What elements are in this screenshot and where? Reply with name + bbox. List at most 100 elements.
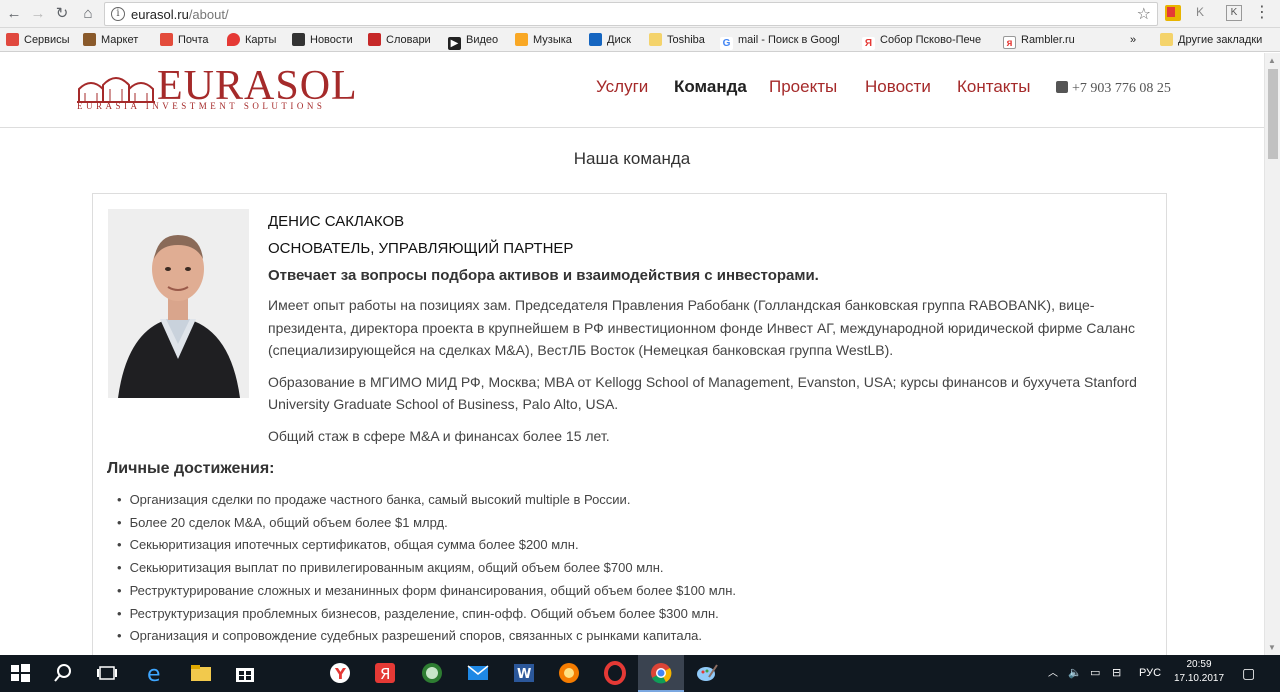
home-icon[interactable]: ⌂ bbox=[78, 4, 98, 24]
dictionary-icon bbox=[368, 33, 381, 46]
video-icon: ▶ bbox=[448, 37, 461, 50]
scrollbar-thumb[interactable] bbox=[1268, 69, 1278, 159]
mail-app-icon[interactable] bbox=[466, 661, 490, 685]
paint-icon[interactable] bbox=[695, 661, 719, 685]
app-orange-icon[interactable] bbox=[557, 661, 581, 685]
rambler-icon: я bbox=[1003, 36, 1016, 49]
site-header: EURASOL EURASIA INVESTMENT SOLUTIONS Усл… bbox=[0, 53, 1264, 128]
scroll-down-icon[interactable]: ▼ bbox=[1268, 643, 1276, 652]
svg-text:Y: Y bbox=[334, 665, 347, 683]
team-member-card: ДЕНИС САКЛАКОВ ОСНОВАТЕЛЬ, УПРАВЛЯЮЩИЙ П… bbox=[92, 193, 1167, 655]
member-bio: ДЕНИС САКЛАКОВ ОСНОВАТЕЛЬ, УПРАВЛЯЮЩИЙ П… bbox=[268, 208, 1158, 447]
search-icon[interactable] bbox=[51, 661, 75, 685]
site-logo[interactable]: EURASOL EURASIA INVESTMENT SOLUTIONS bbox=[77, 63, 367, 113]
apps-grid-icon bbox=[6, 33, 19, 46]
bookmark-dictionaries[interactable]: Словари bbox=[368, 33, 431, 49]
nav-services[interactable]: Услуги bbox=[596, 77, 648, 97]
chrome-icon[interactable] bbox=[649, 661, 673, 685]
svg-text:e: e bbox=[147, 662, 161, 685]
nav-team[interactable]: Команда bbox=[674, 77, 747, 97]
page-scrollbar[interactable]: ▲ ▼ bbox=[1264, 53, 1280, 655]
yandex-icon[interactable]: Я bbox=[373, 661, 397, 685]
svg-text:Я: Я bbox=[380, 665, 390, 683]
nav-news[interactable]: Новости bbox=[865, 77, 931, 97]
address-bar[interactable]: i eurasol.ru/about/ ☆ bbox=[104, 2, 1158, 26]
store-icon[interactable] bbox=[233, 661, 257, 685]
bookmark-disk[interactable]: Диск bbox=[589, 33, 631, 49]
bookmark-star-icon[interactable]: ☆ bbox=[1137, 4, 1151, 24]
header-phone[interactable]: +7 903 776 08 25 bbox=[1056, 81, 1171, 97]
extension-k-icon[interactable]: K bbox=[1196, 5, 1212, 21]
list-item: Организация сделки по продаже частного б… bbox=[117, 489, 736, 512]
bio-paragraph: Общий стаж в сфере M&A и финансах более … bbox=[268, 427, 610, 444]
disk-icon bbox=[589, 33, 602, 46]
opera-icon[interactable] bbox=[603, 661, 627, 685]
bookmark-music[interactable]: Музыка bbox=[515, 33, 572, 49]
task-view-icon[interactable] bbox=[95, 661, 119, 685]
list-item: Секьюритизация ипотечных сертификатов, о… bbox=[117, 534, 736, 557]
yandex-browser-icon[interactable]: Y bbox=[328, 661, 352, 685]
list-item: Секьюритизация выплат по привилегированн… bbox=[117, 557, 736, 580]
bio-paragraph: Образование в МГИМО МИД РФ, Москва; MBA … bbox=[268, 373, 1137, 413]
member-responsibility: Отвечает за вопросы подбора активов и вз… bbox=[268, 267, 819, 284]
site-info-icon[interactable]: i bbox=[111, 7, 125, 21]
folder-icon bbox=[649, 33, 662, 46]
yandex-icon: Я bbox=[862, 37, 875, 50]
forward-icon[interactable]: → bbox=[28, 4, 48, 24]
app-circle-icon[interactable] bbox=[420, 661, 444, 685]
input-language[interactable]: РУС bbox=[1139, 655, 1161, 692]
bookmark-sobor[interactable]: Я Собор Псково-Пече bbox=[862, 33, 981, 50]
volume-icon[interactable]: 🔈 bbox=[1068, 655, 1082, 692]
word-icon[interactable]: W bbox=[512, 661, 536, 685]
phone-icon bbox=[1056, 81, 1068, 93]
extension-box-icon[interactable]: K bbox=[1226, 5, 1242, 21]
member-name: ДЕНИС САКЛАКОВ bbox=[268, 213, 405, 230]
mail-icon bbox=[160, 33, 173, 46]
network-icon[interactable]: ⊟ bbox=[1112, 655, 1121, 692]
bookmark-toshiba[interactable]: Toshiba bbox=[649, 33, 705, 49]
windows-taskbar: e Y Я W ︿ 🔈 ▭ ⊟ РУС 20:59 17.10.2017 ▢ bbox=[0, 655, 1280, 692]
windows-start-icon[interactable] bbox=[8, 661, 32, 685]
tray-chevron-icon[interactable]: ︿ bbox=[1048, 655, 1058, 692]
svg-text:W: W bbox=[517, 667, 531, 682]
page-title: Наша команда bbox=[573, 149, 691, 168]
bio-paragraph: Имеет опыт работы на позициях зам. Предс… bbox=[268, 297, 1136, 358]
bookmark-news[interactable]: Новости bbox=[292, 33, 353, 49]
member-role: ОСНОВАТЕЛЬ, УПРАВЛЯЮЩИЙ ПАРТНЕР bbox=[268, 240, 574, 257]
battery-icon[interactable]: ▭ bbox=[1090, 655, 1100, 692]
music-icon bbox=[515, 33, 528, 46]
browser-toolbar: ← → ↻ ⌂ i eurasol.ru/about/ ☆ K K ⋮ bbox=[0, 0, 1280, 28]
edge-icon[interactable]: e bbox=[144, 661, 168, 685]
browser-menu-icon[interactable]: ⋮ bbox=[1254, 3, 1270, 23]
bookmarks-bar: Сервисы Маркет Почта Карты Новости Слова… bbox=[0, 28, 1280, 52]
reload-icon[interactable]: ↻ bbox=[52, 4, 72, 24]
member-photo bbox=[108, 209, 249, 398]
extension-flag-icon[interactable] bbox=[1165, 5, 1181, 21]
file-explorer-icon[interactable] bbox=[189, 661, 213, 685]
list-item: Реструктурирование сложных и мезанинных … bbox=[117, 580, 736, 603]
page-viewport: EURASOL EURASIA INVESTMENT SOLUTIONS Усл… bbox=[0, 53, 1264, 655]
list-item: Организация и сопровождение судебных раз… bbox=[117, 625, 736, 648]
bookmark-maps[interactable]: Карты bbox=[227, 33, 276, 49]
system-clock[interactable]: 20:59 17.10.2017 bbox=[1172, 658, 1226, 686]
bookmark-google-search[interactable]: Gmail - Поиск в Googl bbox=[720, 33, 840, 50]
bookmark-services[interactable]: Сервисы bbox=[6, 33, 70, 49]
bookmarks-overflow[interactable]: » bbox=[1130, 33, 1136, 49]
clock-date: 17.10.2017 bbox=[1173, 673, 1225, 684]
bookmark-video[interactable]: ▶ Видео bbox=[448, 33, 498, 50]
other-bookmarks[interactable]: Другие закладки bbox=[1160, 33, 1262, 49]
market-icon bbox=[83, 33, 96, 46]
achievements-list: Организация сделки по продаже частного б… bbox=[117, 489, 736, 648]
achievements-heading: Личные достижения: bbox=[107, 460, 275, 477]
bookmark-mail[interactable]: Почта bbox=[160, 33, 209, 49]
notifications-icon[interactable]: ▢ bbox=[1242, 655, 1255, 692]
logo-arches-icon bbox=[77, 77, 155, 103]
back-icon[interactable]: ← bbox=[4, 4, 24, 24]
list-item: Реструктуризация проблемных бизнесов, ра… bbox=[117, 603, 736, 626]
bookmark-market[interactable]: Маркет bbox=[83, 33, 138, 49]
nav-contacts[interactable]: Контакты bbox=[957, 77, 1030, 97]
logo-tagline: EURASIA INVESTMENT SOLUTIONS bbox=[77, 101, 326, 111]
bookmark-rambler[interactable]: я Rambler.ru bbox=[1003, 33, 1075, 49]
scroll-up-icon[interactable]: ▲ bbox=[1268, 56, 1276, 65]
nav-projects[interactable]: Проекты bbox=[769, 77, 837, 97]
